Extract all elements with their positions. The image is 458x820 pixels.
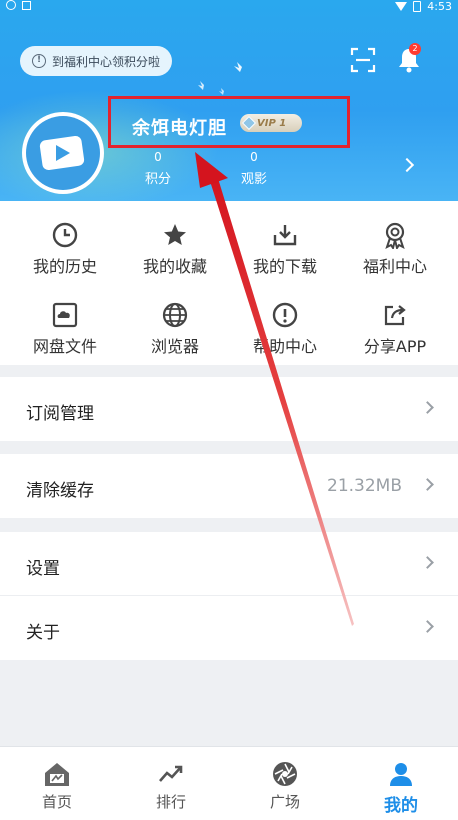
- nav-square[interactable]: 广场: [228, 747, 342, 820]
- aperture-icon: [273, 762, 297, 786]
- notification-button[interactable]: 2: [394, 43, 424, 75]
- nav-mine[interactable]: 我的: [344, 747, 458, 820]
- grid-item-favorites[interactable]: 我的收藏: [118, 209, 232, 279]
- grid-item-label: 浏览器: [150, 337, 199, 356]
- settings-row[interactable]: 设置: [0, 532, 458, 596]
- chevron-right-icon: [421, 401, 434, 414]
- butterfly-decoration-icon: [198, 62, 242, 95]
- about-label: 关于: [26, 623, 60, 643]
- grid-item-history[interactable]: 我的历史: [8, 209, 122, 279]
- feature-grid: 我的历史 我的收藏 我的下载 福利中心 网盘文件 浏览器 帮助中心 分享APP: [0, 201, 458, 365]
- bottom-navigation: 首页 排行 广场 我的: [0, 746, 458, 820]
- grid-item-share-app[interactable]: 分享APP: [338, 289, 452, 359]
- app-status-icon: [6, 0, 16, 10]
- person-icon: [390, 763, 412, 786]
- views-stat[interactable]: 0 观影: [224, 150, 284, 187]
- subscription-label: 订阅管理: [26, 404, 94, 424]
- reward-banner-text: 到福利中心领积分啦: [52, 54, 161, 69]
- cloud-drive-icon: [52, 302, 78, 328]
- star-icon: [164, 224, 186, 245]
- app-logo-icon: [26, 116, 100, 190]
- info-icon: !: [32, 54, 46, 68]
- views-value: 0: [250, 150, 258, 164]
- settings-label: 设置: [26, 559, 60, 579]
- points-value: 0: [154, 150, 162, 164]
- chevron-right-icon: [421, 620, 434, 633]
- points-label: 积分: [144, 172, 171, 187]
- points-stat[interactable]: 0 积分: [128, 150, 188, 187]
- clear-cache-row[interactable]: 清除缓存 21.32MB: [0, 454, 458, 518]
- globe-icon: [162, 302, 188, 328]
- trend-icon: [159, 765, 183, 782]
- status-bar: 4:53: [0, 0, 458, 14]
- wifi-icon: [395, 2, 408, 11]
- share-icon: [384, 305, 406, 326]
- home-icon: [45, 763, 69, 786]
- battery-icon: [413, 1, 422, 12]
- chevron-right-icon[interactable]: [399, 157, 415, 173]
- award-icon: [385, 222, 405, 249]
- cache-group: 清除缓存 21.32MB: [0, 454, 458, 518]
- notification-badge: 2: [409, 43, 421, 55]
- download-icon: [273, 225, 297, 246]
- nav-ranking[interactable]: 排行: [114, 747, 228, 820]
- subscription-row[interactable]: 订阅管理: [0, 377, 458, 441]
- grid-item-label: 我的下载: [252, 257, 317, 276]
- nav-square-label: 广场: [269, 793, 300, 811]
- grid-item-downloads[interactable]: 我的下载: [228, 209, 342, 279]
- clear-cache-label: 清除缓存: [26, 481, 94, 501]
- reward-banner-button[interactable]: ! 到福利中心领积分啦: [20, 46, 173, 76]
- cache-size-value: 21.32MB: [327, 476, 402, 496]
- settings-group: 设置 关于: [0, 532, 458, 660]
- subscription-group: 订阅管理: [0, 377, 458, 441]
- about-row[interactable]: 关于: [0, 596, 458, 660]
- views-label: 观影: [240, 172, 267, 187]
- grid-item-label: 网盘文件: [32, 337, 97, 356]
- notification-status-icon: [22, 0, 31, 10]
- grid-item-cloud-files[interactable]: 网盘文件: [8, 289, 122, 359]
- grid-item-label: 我的历史: [32, 257, 97, 276]
- avatar[interactable]: [22, 112, 104, 194]
- help-icon: [272, 302, 298, 328]
- grid-item-welfare[interactable]: 福利中心: [338, 209, 452, 279]
- nav-mine-label: 我的: [384, 796, 418, 816]
- status-time: 4:53: [427, 0, 452, 13]
- chevron-right-icon: [421, 556, 434, 569]
- nav-ranking-label: 排行: [155, 793, 186, 811]
- chevron-right-icon: [421, 478, 434, 491]
- annotation-highlight-box: [108, 96, 350, 148]
- nav-home[interactable]: 首页: [0, 747, 114, 820]
- grid-item-label: 福利中心: [362, 257, 427, 276]
- grid-item-label: 我的收藏: [142, 257, 207, 276]
- scan-icon[interactable]: [348, 45, 378, 75]
- grid-item-label: 分享APP: [363, 337, 427, 356]
- grid-item-help[interactable]: 帮助中心: [228, 289, 342, 359]
- history-clock-icon: [52, 222, 78, 248]
- grid-item-browser[interactable]: 浏览器: [118, 289, 232, 359]
- grid-item-label: 帮助中心: [252, 337, 317, 356]
- nav-home-label: 首页: [41, 793, 72, 811]
